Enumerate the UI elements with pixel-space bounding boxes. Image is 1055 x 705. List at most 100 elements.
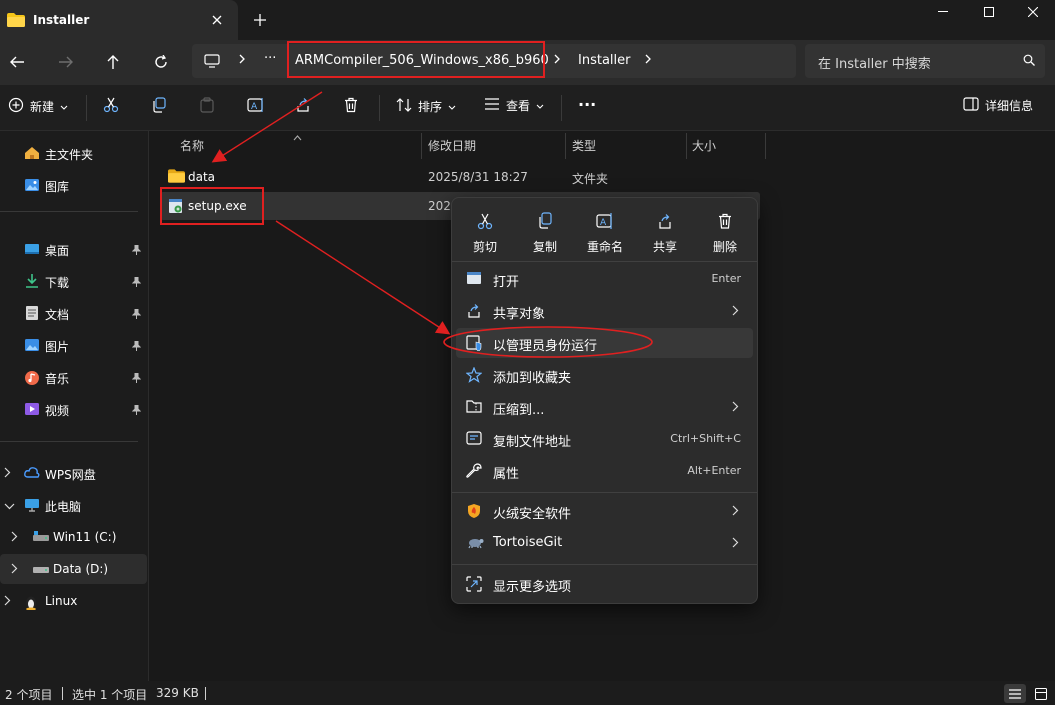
sidebar-item-drive-d[interactable]: Data (D:): [0, 554, 147, 584]
tiles-view-icon[interactable]: [1030, 684, 1052, 703]
chevron-down-icon: [448, 100, 456, 114]
chevron-right-icon[interactable]: [644, 53, 652, 68]
column-separator[interactable]: [565, 133, 566, 159]
home-icon: [24, 146, 40, 163]
divider: [452, 492, 757, 493]
tab-installer[interactable]: Installer: [0, 0, 238, 40]
menu-item-tortoisegit[interactable]: TortoiseGit: [456, 528, 753, 558]
plus-icon[interactable]: [250, 10, 270, 30]
more-options-icon[interactable]: ···: [578, 95, 596, 114]
close-window-icon[interactable]: [1010, 0, 1055, 24]
chevron-down-icon: [536, 99, 544, 113]
column-header-size[interactable]: 大小: [692, 137, 716, 154]
pin-icon[interactable]: [131, 404, 142, 418]
column-header-name[interactable]: 名称: [180, 137, 204, 154]
column-separator[interactable]: [421, 133, 422, 159]
chevron-down-icon[interactable]: [4, 499, 15, 513]
close-icon[interactable]: [207, 10, 227, 30]
cut-action[interactable]: 剪切: [459, 210, 511, 258]
search-placeholder: 在 Installer 中搜索: [818, 57, 931, 72]
column-header-type[interactable]: 类型: [572, 137, 596, 154]
menu-item-run-as-admin[interactable]: 以管理员身份运行: [456, 328, 753, 358]
details-label: 详细信息: [985, 99, 1034, 113]
forward-arrow-icon[interactable]: [54, 50, 78, 74]
share-action[interactable]: 共享: [639, 210, 691, 258]
menu-item-copy-path[interactable]: 复制文件地址 Ctrl+Shift+C: [456, 424, 753, 454]
selection-size: 329 KB: [156, 686, 199, 700]
search-icon: [1023, 54, 1035, 69]
view-button[interactable]: 查看: [484, 97, 544, 114]
menu-item-share-target[interactable]: 共享对象: [456, 296, 753, 326]
minimize-icon[interactable]: [920, 0, 966, 24]
details-view-icon[interactable]: [1004, 684, 1026, 703]
file-name: data: [188, 170, 216, 184]
delete-action[interactable]: 删除: [699, 210, 751, 258]
paste-button[interactable]: [199, 97, 215, 116]
pin-icon[interactable]: [131, 276, 142, 290]
sidebar-item-desktop[interactable]: 桌面: [0, 234, 147, 264]
view-label: 查看: [506, 99, 531, 113]
zip-icon: [466, 399, 482, 416]
chevron-right-icon[interactable]: [4, 467, 11, 481]
wrench-icon: [466, 463, 482, 482]
delete-button[interactable]: [343, 97, 359, 116]
sidebar-item-gallery[interactable]: 图库: [0, 170, 147, 200]
details-button[interactable]: 详细信息: [963, 97, 1033, 114]
up-arrow-icon[interactable]: [101, 50, 125, 74]
divider: [452, 564, 757, 565]
rename-button[interactable]: A: [247, 97, 265, 116]
menu-item-compress[interactable]: 压缩到...: [456, 392, 753, 422]
pin-icon[interactable]: [131, 308, 142, 322]
more-dots-icon[interactable]: ···: [264, 51, 276, 66]
menu-item-add-favorites[interactable]: 添加到收藏夹: [456, 360, 753, 390]
breadcrumb-installer[interactable]: Installer: [578, 53, 630, 68]
menu-item-properties[interactable]: 属性 Alt+Enter: [456, 456, 753, 486]
column-separator[interactable]: [686, 133, 687, 159]
new-button[interactable]: 新建: [8, 97, 68, 116]
chevron-right-icon[interactable]: [11, 531, 18, 545]
refresh-icon[interactable]: [149, 50, 173, 74]
back-arrow-icon[interactable]: [5, 50, 29, 74]
pin-icon[interactable]: [131, 340, 142, 354]
divider: [379, 95, 380, 121]
pin-icon[interactable]: [131, 372, 142, 386]
menu-item-huorong[interactable]: 火绒安全软件: [456, 496, 753, 526]
chevron-right-icon[interactable]: [4, 595, 11, 609]
menu-item-open[interactable]: 打开 Enter: [456, 264, 753, 294]
sidebar-item-this-pc[interactable]: 此电脑: [0, 490, 147, 520]
share-icon: [295, 97, 311, 116]
sidebar-item-wps[interactable]: WPS网盘: [0, 458, 147, 488]
details-pane-icon: [963, 97, 979, 114]
sidebar-item-music[interactable]: 音乐: [0, 362, 147, 392]
item-count: 2 个项目: [5, 688, 53, 702]
sidebar-item-downloads[interactable]: 下载: [0, 266, 147, 296]
sort-icon: [396, 97, 412, 116]
rename-action[interactable]: A 重命名: [579, 210, 631, 258]
pin-icon[interactable]: [131, 244, 142, 258]
annotation-highlight-box: [160, 187, 264, 225]
chevron-right-icon[interactable]: [553, 53, 561, 68]
column-separator[interactable]: [765, 133, 766, 159]
chevron-right-icon[interactable]: [238, 53, 246, 68]
sidebar-item-pictures[interactable]: 图片: [0, 330, 147, 360]
column-header-date[interactable]: 修改日期: [428, 137, 476, 154]
share-button[interactable]: [295, 97, 311, 116]
copy-action[interactable]: 复制: [519, 210, 571, 258]
sidebar-item-home[interactable]: 主文件夹: [0, 138, 147, 168]
download-icon: [24, 274, 40, 291]
file-type: 文件夹: [572, 172, 609, 186]
sidebar-item-linux[interactable]: Linux: [0, 586, 147, 616]
maximize-icon[interactable]: [966, 0, 1012, 24]
folder-icon: [168, 169, 185, 186]
chevron-right-icon[interactable]: [11, 563, 18, 577]
sidebar-item-drive-c[interactable]: Win11 (C:): [0, 522, 147, 552]
sort-button[interactable]: 排序: [396, 97, 456, 116]
share-target-icon: [466, 303, 482, 322]
copy-button[interactable]: [151, 97, 167, 116]
cut-button[interactable]: [103, 97, 119, 116]
sidebar-item-videos[interactable]: 视频: [0, 394, 147, 424]
search-box[interactable]: 在 Installer 中搜索: [805, 44, 1045, 78]
sidebar-item-documents[interactable]: 文档: [0, 298, 147, 328]
linux-icon: [24, 594, 38, 613]
menu-item-more-options[interactable]: 显示更多选项: [456, 569, 753, 599]
